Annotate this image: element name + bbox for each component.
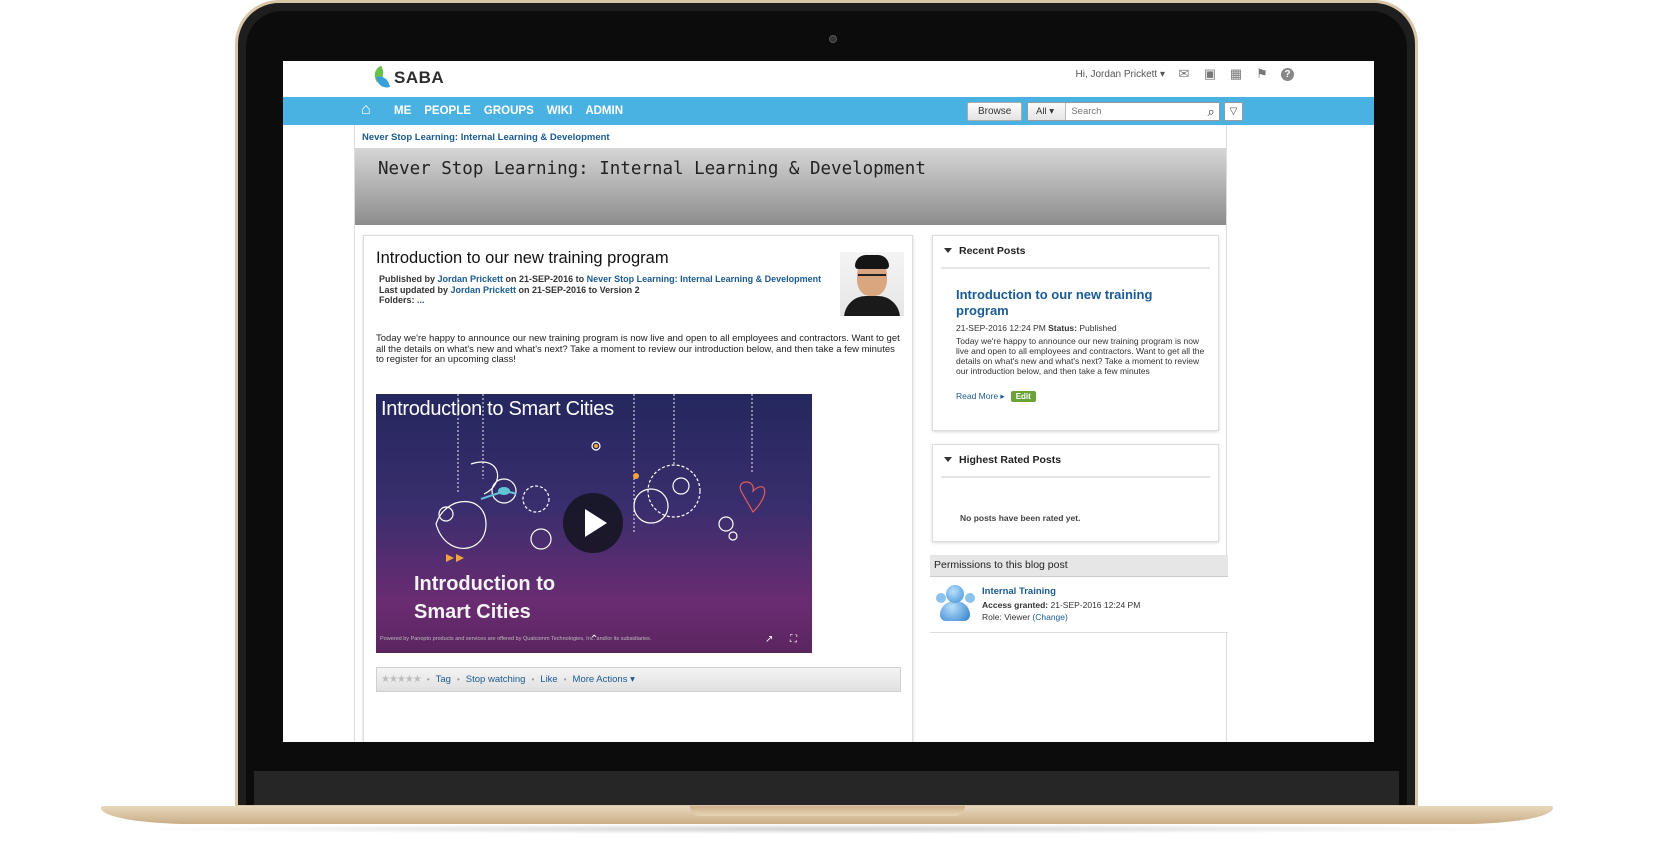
caret-down-icon — [944, 457, 952, 462]
laptop-chin — [254, 771, 1399, 805]
bookmark-icon[interactable]: ⚑ — [1255, 67, 1269, 81]
updated-on: on 21-SEP-2016 to Version 2 — [516, 284, 640, 295]
laptop-notch — [690, 806, 965, 816]
video-caption: Introduction to Smart Cities — [414, 570, 555, 626]
post-body: Today we're happy to announce our new tr… — [376, 333, 900, 365]
video-footer: Powered by Panopto products and services… — [380, 636, 652, 642]
edit-button[interactable]: Edit — [1010, 391, 1036, 402]
post-meta: Published by Jordan Prickett on 21-SEP-2… — [379, 274, 821, 306]
role-text: Role: Viewer — [982, 612, 1033, 622]
search-box: All ▾ ⌕ — [1027, 102, 1220, 121]
access-value: 21-SEP-2016 12:24 PM — [1048, 600, 1141, 610]
status-label: Status: — [1048, 323, 1077, 333]
separator: • — [563, 675, 567, 684]
status-value: Published — [1076, 323, 1117, 333]
more-actions-menu[interactable]: More Actions ▾ — [573, 674, 635, 685]
main-nav: ⌂ ME PEOPLE GROUPS WIKI ADMIN Browse All… — [283, 97, 1374, 125]
like-link[interactable]: Like — [540, 674, 557, 685]
post-action-bar: ★★★★★ • Tag • Stop watching • Like • Mor… — [376, 667, 901, 692]
video-title: Introduction to Smart Cities — [381, 398, 614, 420]
tag-link[interactable]: Tag — [436, 674, 451, 685]
folders-link[interactable]: ... — [417, 295, 425, 305]
saba-logo[interactable]: SABA — [371, 65, 445, 91]
highest-rated-heading: Highest Rated Posts — [959, 454, 1062, 466]
recent-posts-header[interactable]: Recent Posts — [941, 245, 1210, 269]
recent-post-title-link[interactable]: Introduction to our new training program — [956, 287, 1206, 318]
highest-rated-panel: Highest Rated Posts No posts have been r… — [932, 444, 1219, 542]
help-icon[interactable]: ? — [1281, 67, 1294, 81]
updated-author-link[interactable]: Jordan Prickett — [451, 285, 517, 295]
updated-prefix: Last updated by — [379, 284, 451, 295]
nav-item-people[interactable]: PEOPLE — [424, 105, 471, 117]
top-bar: SABA Hi, Jordan Prickett ▾ ✉ ▣ ▦ ⚑ ? — [283, 61, 1374, 97]
profile-card-icon[interactable]: ▣ — [1203, 67, 1217, 81]
video-caption-line2: Smart Cities — [414, 601, 531, 623]
recent-posts-panel: Recent Posts Introduction to our new tra… — [932, 235, 1219, 431]
separator: • — [531, 675, 535, 684]
published-prefix: Published by — [379, 274, 438, 284]
user-area: Hi, Jordan Prickett ▾ ✉ ▣ ▦ ⚑ ? — [1076, 67, 1294, 81]
folders-label: Folders: — [379, 295, 418, 305]
nav-item-me[interactable]: ME — [394, 105, 411, 117]
stop-watching-link[interactable]: Stop watching — [466, 674, 526, 685]
breadcrumb[interactable]: Never Stop Learning: Internal Learning &… — [362, 132, 610, 143]
access-label: Access granted: — [982, 600, 1049, 610]
separator: • — [456, 675, 460, 684]
nav-items: ME PEOPLE GROUPS WIKI ADMIN — [394, 97, 623, 125]
laptop-frame: SABA Hi, Jordan Prickett ▾ ✉ ▣ ▦ ⚑ ? ⌂ M… — [0, 0, 1660, 868]
blog-post: Introduction to our new training program… — [363, 235, 913, 742]
permissions-heading: Permissions to this blog post — [930, 555, 1228, 577]
browse-button[interactable]: Browse — [967, 102, 1023, 121]
group-name-link[interactable]: Internal Training — [982, 586, 1056, 597]
fullscreen-icon[interactable]: ⛶ — [790, 634, 797, 645]
nav-item-admin[interactable]: ADMIN — [585, 105, 623, 117]
recent-posts-heading: Recent Posts — [959, 245, 1026, 257]
saba-logo-icon — [371, 65, 391, 91]
calendar-icon[interactable]: ▦ — [1229, 67, 1243, 81]
home-icon[interactable]: ⌂ — [361, 102, 377, 118]
blog-link[interactable]: Never Stop Learning: Internal Learning &… — [587, 274, 822, 284]
search-icon[interactable]: ⌕ — [1203, 103, 1219, 120]
author-avatar[interactable] — [840, 252, 904, 316]
read-more-link[interactable]: Read More ▸ — [956, 391, 1005, 402]
search-scope-select[interactable]: All ▾ — [1028, 103, 1067, 120]
expand-icon[interactable]: ↗ — [765, 634, 773, 645]
laptop-shadow — [120, 824, 1534, 834]
role-line: Role: Viewer (Change) — [982, 612, 1068, 622]
mail-icon[interactable]: ✉ — [1177, 67, 1191, 81]
recent-post-meta: 21-SEP-2016 12:24 PM Status: Published — [956, 323, 1117, 333]
banner-title: Never Stop Learning: Internal Learning &… — [378, 159, 926, 179]
user-menu[interactable]: Hi, Jordan Prickett ▾ — [1076, 69, 1166, 80]
no-rated-posts-text: No posts have been rated yet. — [960, 513, 1081, 523]
main-content: Never Stop Learning: Internal Learning &… — [354, 125, 1228, 742]
nav-item-wiki[interactable]: WIKI — [547, 105, 573, 117]
search-input[interactable] — [1066, 104, 1204, 119]
camera-icon — [829, 35, 837, 43]
star-rating[interactable]: ★★★★★ — [381, 674, 422, 685]
caret-down-icon — [944, 248, 952, 253]
filter-icon[interactable]: ▽ — [1224, 102, 1243, 121]
play-icon[interactable] — [563, 493, 623, 553]
author-link[interactable]: Jordan Prickett — [438, 274, 504, 284]
logo-text: SABA — [394, 68, 445, 87]
recent-post-date: 21-SEP-2016 12:24 PM — [956, 323, 1049, 333]
chevron-up-icon[interactable]: ⌃ — [590, 634, 598, 645]
video-player[interactable]: Introduction to Smart Cities Introductio… — [376, 394, 812, 653]
access-granted: Access granted: 21-SEP-2016 12:24 PM — [982, 600, 1140, 610]
recent-post-excerpt: Today we're happy to announce our new tr… — [956, 336, 1205, 376]
recent-post-actions: Read More ▸ Edit — [956, 391, 1036, 402]
search-scope-value: All — [1036, 106, 1047, 117]
separator: • — [426, 675, 430, 684]
permissions-panel: Permissions to this blog post Internal T… — [930, 555, 1228, 633]
group-icon — [936, 585, 976, 623]
blog-banner: Never Stop Learning: Internal Learning &… — [355, 148, 1226, 225]
change-role-link[interactable]: (Change) — [1032, 612, 1067, 622]
screen: SABA Hi, Jordan Prickett ▾ ✉ ▣ ▦ ⚑ ? ⌂ M… — [283, 61, 1374, 742]
highest-rated-header[interactable]: Highest Rated Posts — [941, 454, 1210, 478]
nav-item-groups[interactable]: GROUPS — [484, 105, 534, 117]
video-caption-line1: Introduction to — [414, 573, 556, 595]
published-on: on 21-SEP-2016 to — [503, 274, 587, 284]
post-title: Introduction to our new training program — [376, 249, 669, 267]
